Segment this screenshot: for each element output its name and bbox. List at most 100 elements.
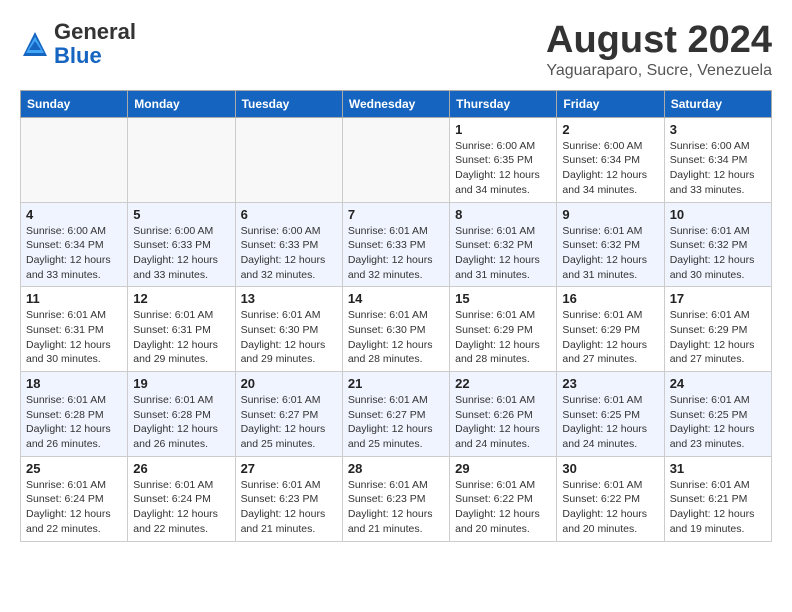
day-info: Sunrise: 6:01 AMSunset: 6:23 PMDaylight:… [241, 478, 337, 537]
calendar-cell: 17 Sunrise: 6:01 AMSunset: 6:29 PMDayligh… [664, 287, 771, 372]
day-number: 22 [455, 376, 551, 391]
day-number: 3 [670, 122, 766, 137]
day-number: 19 [133, 376, 229, 391]
day-info: Sunrise: 6:01 AMSunset: 6:30 PMDaylight:… [348, 308, 444, 367]
calendar-cell: 21 Sunrise: 6:01 AMSunset: 6:27 PMDayligh… [342, 372, 449, 457]
day-info: Sunrise: 6:01 AMSunset: 6:29 PMDaylight:… [670, 308, 766, 367]
calendar-cell: 23 Sunrise: 6:01 AMSunset: 6:25 PMDayligh… [557, 372, 664, 457]
calendar-cell [235, 117, 342, 202]
logo: General Blue [20, 20, 136, 68]
day-info: Sunrise: 6:01 AMSunset: 6:22 PMDaylight:… [562, 478, 658, 537]
calendar-cell: 19 Sunrise: 6:01 AMSunset: 6:28 PMDayligh… [128, 372, 235, 457]
calendar-week-row: 25 Sunrise: 6:01 AMSunset: 6:24 PMDayligh… [21, 456, 772, 541]
weekday-header-wednesday: Wednesday [342, 90, 449, 117]
calendar-cell: 11 Sunrise: 6:01 AMSunset: 6:31 PMDayligh… [21, 287, 128, 372]
day-info: Sunrise: 6:01 AMSunset: 6:29 PMDaylight:… [455, 308, 551, 367]
title-block: August 2024 Yaguaraparo, Sucre, Venezuel… [546, 20, 772, 80]
calendar-cell: 2 Sunrise: 6:00 AMSunset: 6:34 PMDaylight… [557, 117, 664, 202]
day-number: 7 [348, 207, 444, 222]
calendar-cell: 27 Sunrise: 6:01 AMSunset: 6:23 PMDayligh… [235, 456, 342, 541]
day-number: 29 [455, 461, 551, 476]
day-info: Sunrise: 6:00 AMSunset: 6:35 PMDaylight:… [455, 139, 551, 198]
weekday-header-row: SundayMondayTuesdayWednesdayThursdayFrid… [21, 90, 772, 117]
day-number: 12 [133, 291, 229, 306]
day-info: Sunrise: 6:01 AMSunset: 6:28 PMDaylight:… [133, 393, 229, 452]
calendar-cell: 6Sunrise: 6:00 AMSunset: 6:33 PMDaylight… [235, 202, 342, 287]
day-info: Sunrise: 6:01 AMSunset: 6:25 PMDaylight:… [562, 393, 658, 452]
day-info: Sunrise: 6:01 AMSunset: 6:24 PMDaylight:… [133, 478, 229, 537]
calendar-cell: 4Sunrise: 6:00 AMSunset: 6:34 PMDaylight… [21, 202, 128, 287]
day-number: 1 [455, 122, 551, 137]
day-number: 31 [670, 461, 766, 476]
day-info: Sunrise: 6:01 AMSunset: 6:24 PMDaylight:… [26, 478, 122, 537]
day-info: Sunrise: 6:00 AMSunset: 6:34 PMDaylight:… [670, 139, 766, 198]
calendar-week-row: 11 Sunrise: 6:01 AMSunset: 6:31 PMDayligh… [21, 287, 772, 372]
calendar-cell [342, 117, 449, 202]
calendar-cell: 12 Sunrise: 6:01 AMSunset: 6:31 PMDayligh… [128, 287, 235, 372]
calendar-cell: 20 Sunrise: 6:01 AMSunset: 6:27 PMDayligh… [235, 372, 342, 457]
day-info: Sunrise: 6:00 AMSunset: 6:34 PMDaylight:… [562, 139, 658, 198]
calendar-cell [21, 117, 128, 202]
day-info: Sunrise: 6:01 AMSunset: 6:32 PMDaylight:… [562, 224, 658, 283]
day-number: 26 [133, 461, 229, 476]
day-number: 14 [348, 291, 444, 306]
day-info: Sunrise: 6:01 AMSunset: 6:33 PMDaylight:… [348, 224, 444, 283]
calendar-cell: 30 Sunrise: 6:01 AMSunset: 6:22 PMDayligh… [557, 456, 664, 541]
day-info: Sunrise: 6:01 AMSunset: 6:28 PMDaylight:… [26, 393, 122, 452]
logo-icon [20, 29, 50, 59]
day-number: 2 [562, 122, 658, 137]
day-info: Sunrise: 6:01 AMSunset: 6:29 PMDaylight:… [562, 308, 658, 367]
day-number: 16 [562, 291, 658, 306]
calendar-cell: 31 Sunrise: 6:01 AMSunset: 6:21 PMDayligh… [664, 456, 771, 541]
day-info: Sunrise: 6:00 AMSunset: 6:34 PMDaylight:… [26, 224, 122, 283]
calendar-cell: 3 Sunrise: 6:00 AMSunset: 6:34 PMDaylight… [664, 117, 771, 202]
day-info: Sunrise: 6:01 AMSunset: 6:32 PMDaylight:… [455, 224, 551, 283]
calendar-cell: 9Sunrise: 6:01 AMSunset: 6:32 PMDaylight… [557, 202, 664, 287]
weekday-header-sunday: Sunday [21, 90, 128, 117]
calendar-cell: 24Sunrise: 6:01 AMSunset: 6:25 PMDayligh… [664, 372, 771, 457]
weekday-header-tuesday: Tuesday [235, 90, 342, 117]
day-info: Sunrise: 6:01 AMSunset: 6:23 PMDaylight:… [348, 478, 444, 537]
calendar-week-row: 18Sunrise: 6:01 AMSunset: 6:28 PMDayligh… [21, 372, 772, 457]
day-number: 17 [670, 291, 766, 306]
calendar-week-row: 1 Sunrise: 6:00 AMSunset: 6:35 PMDaylight… [21, 117, 772, 202]
calendar-cell: 22 Sunrise: 6:01 AMSunset: 6:26 PMDayligh… [450, 372, 557, 457]
weekday-header-monday: Monday [128, 90, 235, 117]
day-info: Sunrise: 6:01 AMSunset: 6:32 PMDaylight:… [670, 224, 766, 283]
calendar-cell: 1 Sunrise: 6:00 AMSunset: 6:35 PMDaylight… [450, 117, 557, 202]
calendar-cell: 13Sunrise: 6:01 AMSunset: 6:30 PMDayligh… [235, 287, 342, 372]
day-number: 23 [562, 376, 658, 391]
day-number: 20 [241, 376, 337, 391]
calendar-cell: 28 Sunrise: 6:01 AMSunset: 6:23 PMDayligh… [342, 456, 449, 541]
day-number: 25 [26, 461, 122, 476]
day-number: 28 [348, 461, 444, 476]
day-number: 27 [241, 461, 337, 476]
calendar-cell: 10Sunrise: 6:01 AMSunset: 6:32 PMDayligh… [664, 202, 771, 287]
day-number: 30 [562, 461, 658, 476]
calendar-cell: 14 Sunrise: 6:01 AMSunset: 6:30 PMDayligh… [342, 287, 449, 372]
calendar-cell: 26 Sunrise: 6:01 AMSunset: 6:24 PMDayligh… [128, 456, 235, 541]
day-number: 11 [26, 291, 122, 306]
day-info: Sunrise: 6:01 AMSunset: 6:30 PMDaylight:… [241, 308, 337, 367]
day-number: 6 [241, 207, 337, 222]
day-number: 24 [670, 376, 766, 391]
calendar-cell: 15Sunrise: 6:01 AMSunset: 6:29 PMDayligh… [450, 287, 557, 372]
calendar-cell: 5Sunrise: 6:00 AMSunset: 6:33 PMDaylight… [128, 202, 235, 287]
day-info: Sunrise: 6:01 AMSunset: 6:31 PMDaylight:… [133, 308, 229, 367]
month-year-title: August 2024 [546, 20, 772, 62]
logo-text: General Blue [54, 20, 136, 68]
calendar-cell: 29 Sunrise: 6:01 AMSunset: 6:22 PMDayligh… [450, 456, 557, 541]
day-info: Sunrise: 6:01 AMSunset: 6:27 PMDaylight:… [348, 393, 444, 452]
page-header: General Blue August 2024 Yaguaraparo, Su… [20, 20, 772, 80]
weekday-header-saturday: Saturday [664, 90, 771, 117]
calendar-table: SundayMondayTuesdayWednesdayThursdayFrid… [20, 90, 772, 542]
day-info: Sunrise: 6:01 AMSunset: 6:26 PMDaylight:… [455, 393, 551, 452]
day-info: Sunrise: 6:01 AMSunset: 6:22 PMDaylight:… [455, 478, 551, 537]
calendar-week-row: 4Sunrise: 6:00 AMSunset: 6:34 PMDaylight… [21, 202, 772, 287]
day-info: Sunrise: 6:01 AMSunset: 6:21 PMDaylight:… [670, 478, 766, 537]
weekday-header-thursday: Thursday [450, 90, 557, 117]
day-number: 21 [348, 376, 444, 391]
day-info: Sunrise: 6:01 AMSunset: 6:31 PMDaylight:… [26, 308, 122, 367]
day-number: 5 [133, 207, 229, 222]
day-info: Sunrise: 6:01 AMSunset: 6:27 PMDaylight:… [241, 393, 337, 452]
